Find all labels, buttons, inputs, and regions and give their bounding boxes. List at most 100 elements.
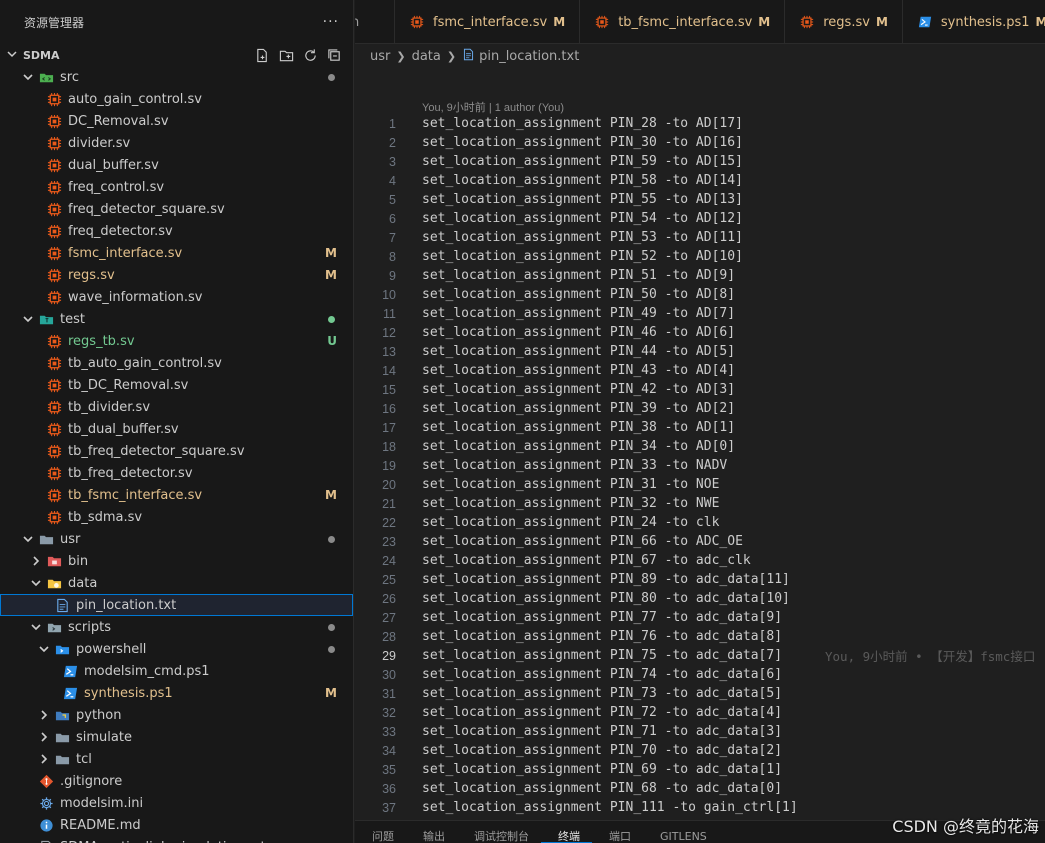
code-line[interactable]: 14 set_location_assignment PIN_43 -to AD[… [355,361,1045,380]
tree-file-freq-detector-sv[interactable]: freq_detector.sv [0,220,353,242]
tree-file-auto-gain-control-sv[interactable]: auto_gain_control.sv [0,88,353,110]
chevron-down-icon[interactable] [38,638,50,660]
breadcrumb-file[interactable]: pin_location.txt [479,49,579,64]
tree-file-freq-detector-square-sv[interactable]: freq_detector_square.sv [0,198,353,220]
code-line[interactable]: 15 set_location_assignment PIN_42 -to AD[… [355,380,1045,399]
tree-file-tb-freq-detector-square-sv[interactable]: tb_freq_detector_square.sv [0,440,353,462]
code-line[interactable]: 17 set_location_assignment PIN_38 -to AD[… [355,418,1045,437]
chevron-down-icon[interactable] [30,616,42,638]
code-line[interactable]: 24 set_location_assignment PIN_67 -to adc… [355,551,1045,570]
new-folder-icon[interactable] [277,46,295,64]
panel-tab[interactable]: 端口 [592,822,643,843]
code-line[interactable]: 33 set_location_assignment PIN_71 -to adc… [355,722,1045,741]
code-line[interactable]: 3 set_location_assignment PIN_59 -to AD[1… [355,152,1045,171]
tree-file-synthesis-ps1[interactable]: synthesis.ps1 M [0,682,353,704]
code-line[interactable]: 8 set_location_assignment PIN_52 -to AD[1… [355,247,1045,266]
tree-folder-powershell[interactable]: powershell [0,638,353,660]
refresh-icon[interactable] [301,46,319,64]
code-line[interactable]: 34 set_location_assignment PIN_70 -to adc… [355,741,1045,760]
tab-partial[interactable]: n [355,0,395,43]
tree-folder-python[interactable]: python [0,704,353,726]
tree-file-readme-md[interactable]: README.md [0,814,353,836]
code-line[interactable]: 11 set_location_assignment PIN_49 -to AD[… [355,304,1045,323]
code-line[interactable]: 28 set_location_assignment PIN_76 -to adc… [355,627,1045,646]
code-line[interactable]: 31 set_location_assignment PIN_73 -to adc… [355,684,1045,703]
breadcrumb-data[interactable]: data [412,49,441,64]
code-line[interactable]: 7 set_location_assignment PIN_53 -to AD[1… [355,228,1045,247]
tree-file-fsmc-interface-sv[interactable]: fsmc_interface.sv M [0,242,353,264]
code-line[interactable]: 25 set_location_assignment PIN_89 -to adc… [355,570,1045,589]
chevron-right-icon[interactable] [38,748,50,770]
code-line[interactable]: 5 set_location_assignment PIN_55 -to AD[1… [355,190,1045,209]
tree-folder-usr[interactable]: usr [0,528,353,550]
chevron-right-icon[interactable] [38,726,50,748]
code-line[interactable]: 16 set_location_assignment PIN_39 -to AD[… [355,399,1045,418]
chevron-down-icon[interactable] [30,572,42,594]
panel-tab[interactable]: GITLENS [643,822,719,843]
tree-file-tb-dual-buffer-sv[interactable]: tb_dual_buffer.sv [0,418,353,440]
code-line[interactable]: 22 set_location_assignment PIN_24 -to clk [355,513,1045,532]
code-line[interactable]: 27 set_location_assignment PIN_77 -to adc… [355,608,1045,627]
tree-file-dual-buffer-sv[interactable]: dual_buffer.sv [0,154,353,176]
chevron-right-icon[interactable] [38,704,50,726]
code-line[interactable]: 23 set_location_assignment PIN_66 -to ADC… [355,532,1045,551]
chevron-down-icon[interactable] [22,66,34,88]
more-actions-icon[interactable]: ··· [323,14,339,30]
workspace-section-header[interactable]: SDMA [0,44,353,66]
tree-file-freq-control-sv[interactable]: freq_control.sv [0,176,353,198]
tree-file-tb-dc-removal-sv[interactable]: tb_DC_Removal.sv [0,374,353,396]
code-line[interactable]: 9 set_location_assignment PIN_51 -to AD[9… [355,266,1045,285]
tree-file-regs-tb-sv[interactable]: regs_tb.sv U [0,330,353,352]
tree-file-tb-sdma-sv[interactable]: tb_sdma.sv [0,506,353,528]
panel-tab[interactable]: 终端 [541,822,592,843]
code-line[interactable]: 2 set_location_assignment PIN_30 -to AD[1… [355,133,1045,152]
code-line[interactable]: 35 set_location_assignment PIN_69 -to adc… [355,760,1045,779]
code-line[interactable]: 4 set_location_assignment PIN_58 -to AD[1… [355,171,1045,190]
code-line[interactable]: 36 set_location_assignment PIN_68 -to adc… [355,779,1045,798]
tree-file-regs-sv[interactable]: regs.sv M [0,264,353,286]
code-line[interactable]: 32 set_location_assignment PIN_72 -to adc… [355,703,1045,722]
panel-tab[interactable]: 调试控制台 [457,822,541,843]
code-line[interactable]: 20 set_location_assignment PIN_31 -to NOE [355,475,1045,494]
tree-folder-simulate[interactable]: simulate [0,726,353,748]
panel-tab[interactable]: 问题 [355,822,406,843]
code-line[interactable]: 12 set_location_assignment PIN_46 -to AD[… [355,323,1045,342]
tree-folder-test[interactable]: test [0,308,353,330]
tree-file-tb-freq-detector-sv[interactable]: tb_freq_detector.sv [0,462,353,484]
code-line[interactable]: 18 set_location_assignment PIN_34 -to AD[… [355,437,1045,456]
panel-tab[interactable]: 输出 [406,822,457,843]
tree-file-wave-information-sv[interactable]: wave_information.sv [0,286,353,308]
tree-folder-tcl[interactable]: tcl [0,748,353,770]
new-file-icon[interactable] [253,46,271,64]
tab-synthesis-ps1[interactable]: synthesis.ps1 M [903,0,1045,43]
tab-fsmc-interface-sv[interactable]: fsmc_interface.sv M [395,0,581,43]
code-line[interactable]: 13 set_location_assignment PIN_44 -to AD[… [355,342,1045,361]
tree-folder-bin[interactable]: bin [0,550,353,572]
chevron-down-icon[interactable] [22,308,34,330]
tree-file-divider-sv[interactable]: divider.sv [0,132,353,154]
breadcrumb-usr[interactable]: usr [370,49,390,64]
tree-file-modelsim-cmd-ps1[interactable]: modelsim_cmd.ps1 [0,660,353,682]
collapse-all-icon[interactable] [325,46,343,64]
code-line[interactable]: 1 set_location_assignment PIN_28 -to AD[1… [355,114,1045,133]
code-line[interactable]: 30 set_location_assignment PIN_74 -to adc… [355,665,1045,684]
tree-file-dc-removal-sv[interactable]: DC_Removal.sv [0,110,353,132]
code-line[interactable]: 29 set_location_assignment PIN_75 -to adc… [355,646,1045,665]
tree-file-tb-auto-gain-control-sv[interactable]: tb_auto_gain_control.sv [0,352,353,374]
tab-regs-sv[interactable]: regs.sv M [785,0,903,43]
tree-file-modelsim-ini[interactable]: modelsim.ini [0,792,353,814]
tree-file-pin-location-txt[interactable]: pin_location.txt [0,594,353,616]
tree-file-tb-fsmc-interface-sv[interactable]: tb_fsmc_interface.sv M [0,484,353,506]
tree-folder-scripts[interactable]: scripts [0,616,353,638]
code-line[interactable]: 6 set_location_assignment PIN_54 -to AD[1… [355,209,1045,228]
code-line[interactable]: 10 set_location_assignment PIN_50 -to AD[… [355,285,1045,304]
code-line[interactable]: 26 set_location_assignment PIN_80 -to adc… [355,589,1045,608]
chevron-right-icon[interactable] [30,550,42,572]
codelens-blame-header[interactable]: You, 9小时前 | 1 author (You) [422,99,564,115]
code-editor[interactable]: You, 9小时前 | 1 author (You) 1 set_location… [355,68,1045,820]
tab-tb-fsmc-interface-sv[interactable]: tb_fsmc_interface.sv M [580,0,786,43]
tree-folder-src[interactable]: src [0,66,353,88]
tree-file-gitignore[interactable]: .gitignore [0,770,353,792]
tree-folder-data[interactable]: data [0,572,353,594]
code-line[interactable]: 19 set_location_assignment PIN_33 -to NAD… [355,456,1045,475]
